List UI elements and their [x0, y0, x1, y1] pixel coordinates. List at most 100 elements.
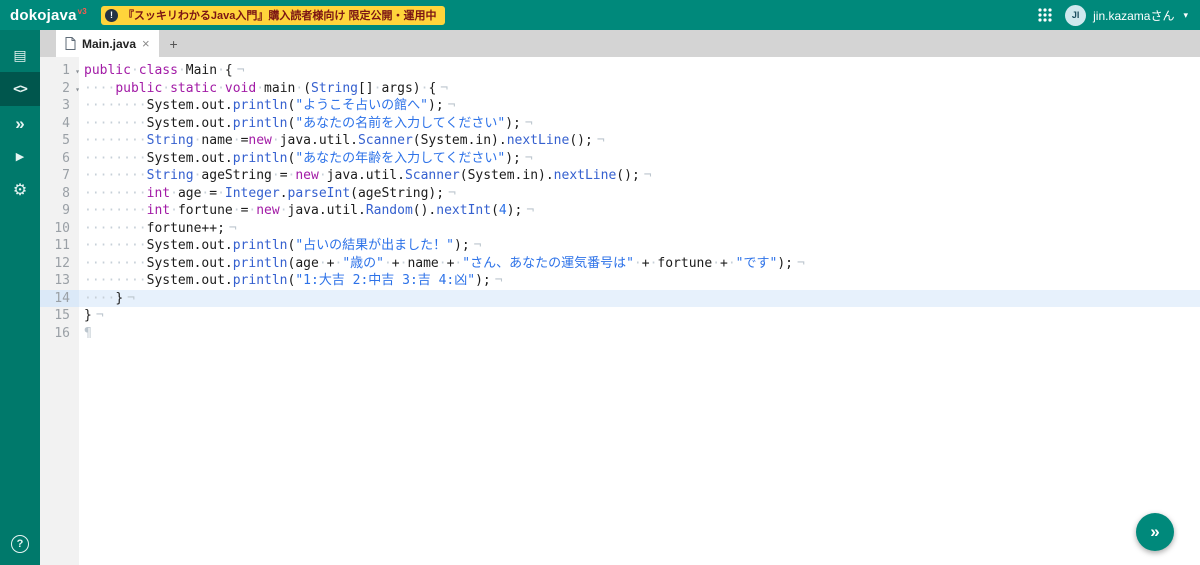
code-token: ·: [728, 256, 736, 271]
new-tab-button[interactable]: +: [159, 30, 189, 57]
line-number[interactable]: 11: [40, 237, 79, 255]
user-menu[interactable]: JI jin.kazamaさん ▾: [1065, 5, 1188, 26]
topbar: dokojavav3 ! 『スッキリわかるJava入門』購入読者様向け 限定公開…: [0, 0, 1200, 30]
code-editor[interactable]: 1▾public·class·Main·{¬2▾····public·stati…: [40, 57, 1200, 565]
code-token: ¬: [525, 116, 533, 131]
code-line-content[interactable]: ········String·name·=new·java.util.Scann…: [79, 132, 1200, 150]
code-token: public: [115, 81, 162, 96]
code-line[interactable]: 16¶: [40, 325, 1200, 343]
line-number[interactable]: 3: [40, 97, 79, 115]
sidebar-item-forward[interactable]: »: [0, 106, 40, 140]
brand-logo[interactable]: dokojavav3: [10, 7, 87, 24]
code-line-content[interactable]: ········System.out.println("あなたの年齢を入力してく…: [79, 150, 1200, 168]
tab-main-java[interactable]: Main.java ×: [56, 30, 159, 57]
code-line[interactable]: 8········int·age·=·Integer.parseInt(ageS…: [40, 185, 1200, 203]
sidebar-items: ▤<>»▶ ⚙: [0, 38, 40, 208]
code-line[interactable]: 14····}¬: [40, 290, 1200, 308]
code-line-content[interactable]: ········System.out.println("1:大吉 2:中吉 3:…: [79, 272, 1200, 290]
code-line-content[interactable]: ····}¬: [79, 290, 1200, 308]
sidebar-item-docs[interactable]: ▤: [0, 38, 40, 72]
content: Main.java × + 1▾public·class·Main·{¬2▾··…: [40, 30, 1200, 565]
file-icon: [65, 37, 76, 50]
line-number[interactable]: 13: [40, 272, 79, 290]
line-number[interactable]: 14: [40, 290, 79, 308]
code-token: );: [475, 273, 491, 288]
line-number[interactable]: 12: [40, 255, 79, 273]
code-line-content[interactable]: ········System.out.println("ようこそ占いの館へ");…: [79, 97, 1200, 115]
code-token: String: [147, 133, 194, 148]
line-number[interactable]: 4: [40, 115, 79, 133]
code-line-content[interactable]: ········System.out.println("あなたの名前を入力してく…: [79, 115, 1200, 133]
fold-caret-icon[interactable]: ▾: [75, 63, 80, 81]
code-line-content[interactable]: ········System.out.println(age·+·"歳の"·+·…: [79, 255, 1200, 273]
line-number[interactable]: 8: [40, 185, 79, 203]
code-token: System.out.: [147, 98, 233, 113]
code-token: nextLine: [554, 168, 617, 183]
code-token: println: [233, 273, 288, 288]
code-token: +: [720, 256, 728, 271]
code-token: 4: [499, 203, 507, 218]
code-token: ········: [84, 168, 147, 183]
code-line[interactable]: 15}¬: [40, 307, 1200, 325]
code-token: (ageString);: [350, 186, 444, 201]
code-line-content[interactable]: ········String·ageString·=·new·java.util…: [79, 167, 1200, 185]
sidebar-item-editor[interactable]: <>: [0, 72, 40, 106]
code-line[interactable]: 5········String·name·=new·java.util.Scan…: [40, 132, 1200, 150]
code-line-content[interactable]: ········System.out.println("占いの結果が出ました！"…: [79, 237, 1200, 255]
code-line-content[interactable]: ········fortune++;¬: [79, 220, 1200, 238]
code-token: }: [84, 308, 92, 323]
code-line[interactable]: 6········System.out.println("あなたの年齢を入力して…: [40, 150, 1200, 168]
code-token: ·: [131, 63, 139, 78]
code-line[interactable]: 3········System.out.println("ようこそ占いの館へ")…: [40, 97, 1200, 115]
sidebar-item-settings[interactable]: ⚙: [0, 174, 40, 208]
code-line[interactable]: 9········int·fortune·=·new·java.util.Ran…: [40, 202, 1200, 220]
line-number[interactable]: 9: [40, 202, 79, 220]
line-number[interactable]: 1▾: [40, 62, 79, 80]
code-token: ¬: [440, 81, 448, 96]
close-icon[interactable]: ×: [142, 36, 150, 51]
line-number[interactable]: 10: [40, 220, 79, 238]
line-number[interactable]: 7: [40, 167, 79, 185]
code-token: ····: [84, 81, 115, 96]
code-token: "占いの結果が出ました！": [295, 238, 454, 253]
code-line-content[interactable]: }¬: [79, 307, 1200, 325]
code-line[interactable]: 7········String·ageString·=·new·java.uti…: [40, 167, 1200, 185]
line-number[interactable]: 6: [40, 150, 79, 168]
code-area: 1▾public·class·Main·{¬2▾····public·stati…: [40, 57, 1200, 342]
line-number[interactable]: 2▾: [40, 80, 79, 98]
code-line[interactable]: 13········System.out.println("1:大吉 2:中吉 …: [40, 272, 1200, 290]
code-token: ¬: [448, 186, 456, 201]
line-number[interactable]: 5: [40, 132, 79, 150]
gear-icon: ⚙: [13, 183, 27, 199]
code-line-content[interactable]: ········int·age·=·Integer.parseInt(ageSt…: [79, 185, 1200, 203]
code-token: ·: [439, 256, 447, 271]
brand-version: v3: [78, 7, 87, 16]
code-token: println: [233, 238, 288, 253]
apps-grid-icon[interactable]: [1037, 7, 1053, 23]
code-line-content[interactable]: ····public·static·void·main·(String[]·ar…: [79, 80, 1200, 98]
code-token: age: [178, 186, 201, 201]
code-token: String: [147, 168, 194, 183]
sidebar-item-run[interactable]: ▶: [0, 140, 40, 174]
line-number[interactable]: 15: [40, 307, 79, 325]
line-number[interactable]: 16: [40, 325, 79, 343]
code-token: "あなたの名前を入力してください": [295, 116, 505, 131]
code-line-content[interactable]: ········int·fortune·=·new·java.util.Rand…: [79, 202, 1200, 220]
code-line[interactable]: 4········System.out.println("あなたの名前を入力して…: [40, 115, 1200, 133]
code-line-content[interactable]: public·class·Main·{¬: [79, 62, 1200, 80]
code-token: System.out.: [147, 238, 233, 253]
code-token: "1:大吉 2:中吉 3:吉 4:凶": [295, 273, 475, 288]
run-fab-button[interactable]: »: [1136, 513, 1174, 551]
code-line[interactable]: 12········System.out.println(age·+·"歳の"·…: [40, 255, 1200, 273]
fold-caret-icon[interactable]: ▾: [75, 81, 80, 99]
code-token: }: [115, 291, 123, 306]
code-token: name: [201, 133, 232, 148]
code-line[interactable]: 2▾····public·static·void·main·(String[]·…: [40, 80, 1200, 98]
code-token: +: [642, 256, 650, 271]
code-line-content[interactable]: ¶: [79, 325, 1200, 343]
code-line[interactable]: 10········fortune++;¬: [40, 220, 1200, 238]
code-token: ·: [217, 186, 225, 201]
help-button[interactable]: ?: [11, 535, 29, 553]
code-line[interactable]: 11········System.out.println("占いの結果が出ました…: [40, 237, 1200, 255]
code-line[interactable]: 1▾public·class·Main·{¬: [40, 62, 1200, 80]
